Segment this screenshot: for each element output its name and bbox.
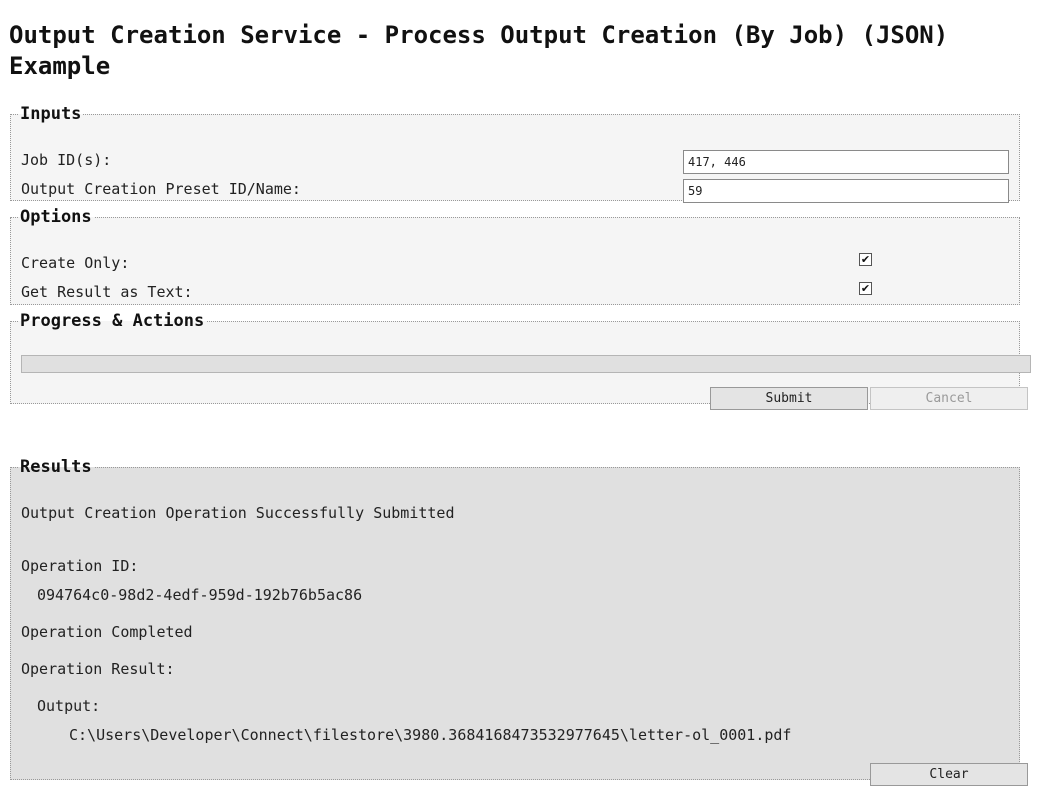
job-ids-label: Job ID(s): [21,151,112,169]
get-result-check-icon: ✔ [860,282,871,295]
get-result-row: Get Result as Text: ✔ [21,282,1009,306]
preset-label: Output Creation Preset ID/Name: [21,180,301,198]
output-path-value: C:\Users\Developer\Connect\filestore\398… [69,726,792,744]
inputs-panel: Inputs Job ID(s): Output Creation Preset… [10,104,1020,203]
options-panel: Options Create Only: ✔ Get Result as Tex… [10,207,1020,305]
options-legend: Options [20,207,92,227]
preset-row: Output Creation Preset ID/Name: [21,179,1009,203]
progress-bar [21,355,1031,373]
progress-legend: Progress & Actions [20,311,205,331]
operation-completed-text: Operation Completed [21,623,193,641]
operation-id-value: 094764c0-98d2-4edf-959d-192b76b5ac86 [37,586,363,604]
page-title: Output Creation Service - Process Output… [9,21,949,80]
operation-result-label: Operation Result: [21,660,175,678]
preset-input[interactable] [683,179,1009,203]
get-result-label: Get Result as Text: [21,283,193,301]
cancel-button[interactable]: Cancel [870,387,1028,410]
job-ids-row: Job ID(s): [21,150,1009,174]
progress-panel: Progress & Actions Submit Cancel [10,311,1031,410]
job-ids-input[interactable] [683,150,1009,174]
result-status-text: Output Creation Operation Successfully S… [21,504,455,522]
create-only-row: Create Only: ✔ [21,253,1009,277]
output-label: Output: [37,697,101,715]
create-only-label: Create Only: [21,254,130,272]
create-only-checkbox[interactable]: ✔ [859,253,872,266]
operation-id-label: Operation ID: [21,557,139,575]
get-result-checkbox[interactable]: ✔ [859,282,872,295]
results-legend: Results [20,457,92,477]
inputs-legend: Inputs [20,104,82,124]
results-panel: Results Output Creation Operation Succes… [10,457,1028,786]
create-only-check-icon: ✔ [860,253,871,266]
clear-button[interactable]: Clear [870,763,1028,786]
submit-button[interactable]: Submit [710,387,868,410]
